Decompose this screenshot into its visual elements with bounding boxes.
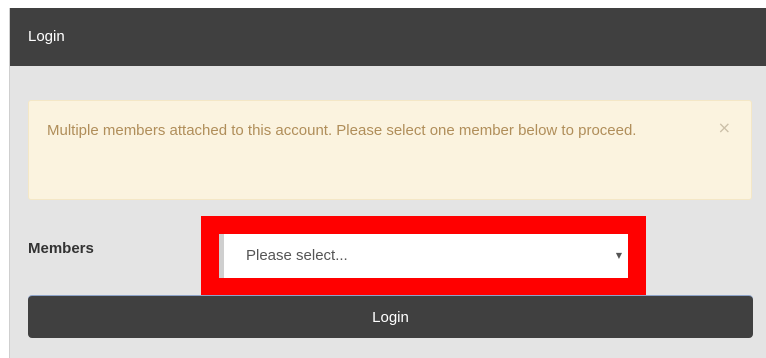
members-label: Members xyxy=(28,240,94,257)
login-dialog: Login Multiple members attached to this … xyxy=(9,8,766,358)
chevron-down-icon: ▼ xyxy=(615,251,622,260)
alert-message: Multiple members attached to this accoun… xyxy=(47,122,637,139)
login-button[interactable]: Login xyxy=(28,296,753,338)
dialog-header: Login xyxy=(10,8,766,66)
members-select[interactable]: Please select... ▼ xyxy=(219,234,628,278)
close-icon[interactable]: × xyxy=(718,115,731,140)
warning-alert: Multiple members attached to this accoun… xyxy=(28,100,752,200)
members-select-value: Please select... xyxy=(246,247,348,264)
dialog-title: Login xyxy=(28,28,65,45)
